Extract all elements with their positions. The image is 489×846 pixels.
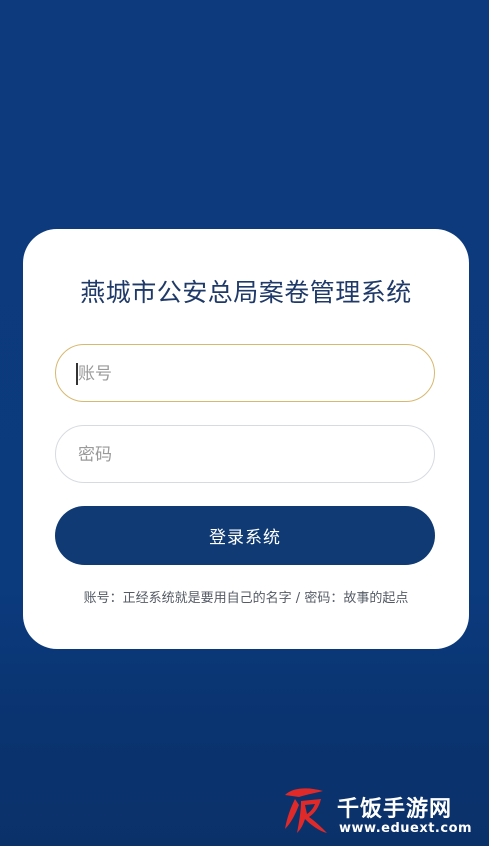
password-field[interactable] <box>55 425 435 484</box>
watermark-url: www.eduext.com <box>339 821 473 836</box>
login-card: 燕城市公安总局案卷管理系统 登录系统 账号：正经系统就是要用自己的名字 / 密码… <box>23 229 469 649</box>
page-title: 燕城市公安总局案卷管理系统 <box>80 278 412 307</box>
username-field[interactable] <box>55 344 435 403</box>
login-button[interactable]: 登录系统 <box>55 506 435 565</box>
watermark: 千饭手游网 www.eduext.com <box>273 777 483 841</box>
username-input[interactable] <box>76 345 420 403</box>
watermark-logo-icon <box>285 788 327 833</box>
password-input[interactable] <box>76 426 420 484</box>
login-hint: 账号：正经系统就是要用自己的名字 / 密码：故事的起点 <box>83 591 409 606</box>
watermark-name: 千饭手游网 <box>337 797 453 822</box>
